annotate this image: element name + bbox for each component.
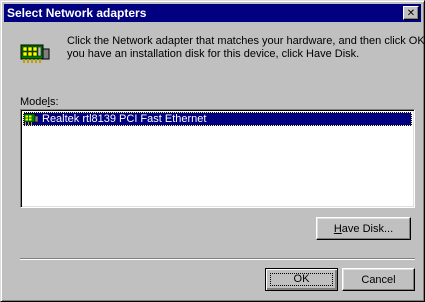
models-listbox[interactable]: Realtek rtl8139 PCI Fast Ethernet [20, 109, 415, 208]
ok-label: OK [293, 273, 310, 285]
models-label: Models: [20, 96, 59, 109]
list-item-label: Realtek rtl8139 PCI Fast Ethernet [42, 113, 207, 125]
have-disk-label: ave Disk... [341, 222, 394, 235]
network-card-icon [24, 113, 38, 125]
instructions-line-1: Click the Network adapter that matches y… [67, 35, 425, 47]
cancel-button[interactable]: Cancel [342, 268, 415, 291]
instructions-text: Click the Network adapter that matches y… [67, 35, 425, 61]
window-title: Select Network adapters [7, 6, 147, 20]
models-label-end: s: [49, 96, 59, 108]
have-disk-mnemonic: H [333, 222, 342, 235]
dialog-window: Select Network adapters ✕ Click the Netw… [0, 0, 425, 302]
separator [20, 258, 415, 260]
title-bar[interactable]: Select Network adapters ✕ [4, 4, 421, 22]
instructions-line-2: you have an installation disk for this d… [67, 48, 360, 60]
list-item[interactable]: Realtek rtl8139 PCI Fast Ethernet [23, 112, 412, 126]
close-button[interactable]: ✕ [403, 6, 419, 20]
close-icon: ✕ [406, 7, 416, 19]
network-hardware-icon [20, 44, 50, 63]
have-disk-button[interactable]: Have Disk... [316, 217, 411, 240]
models-label-start: Mode [20, 96, 48, 108]
ok-button[interactable]: OK [265, 268, 338, 291]
